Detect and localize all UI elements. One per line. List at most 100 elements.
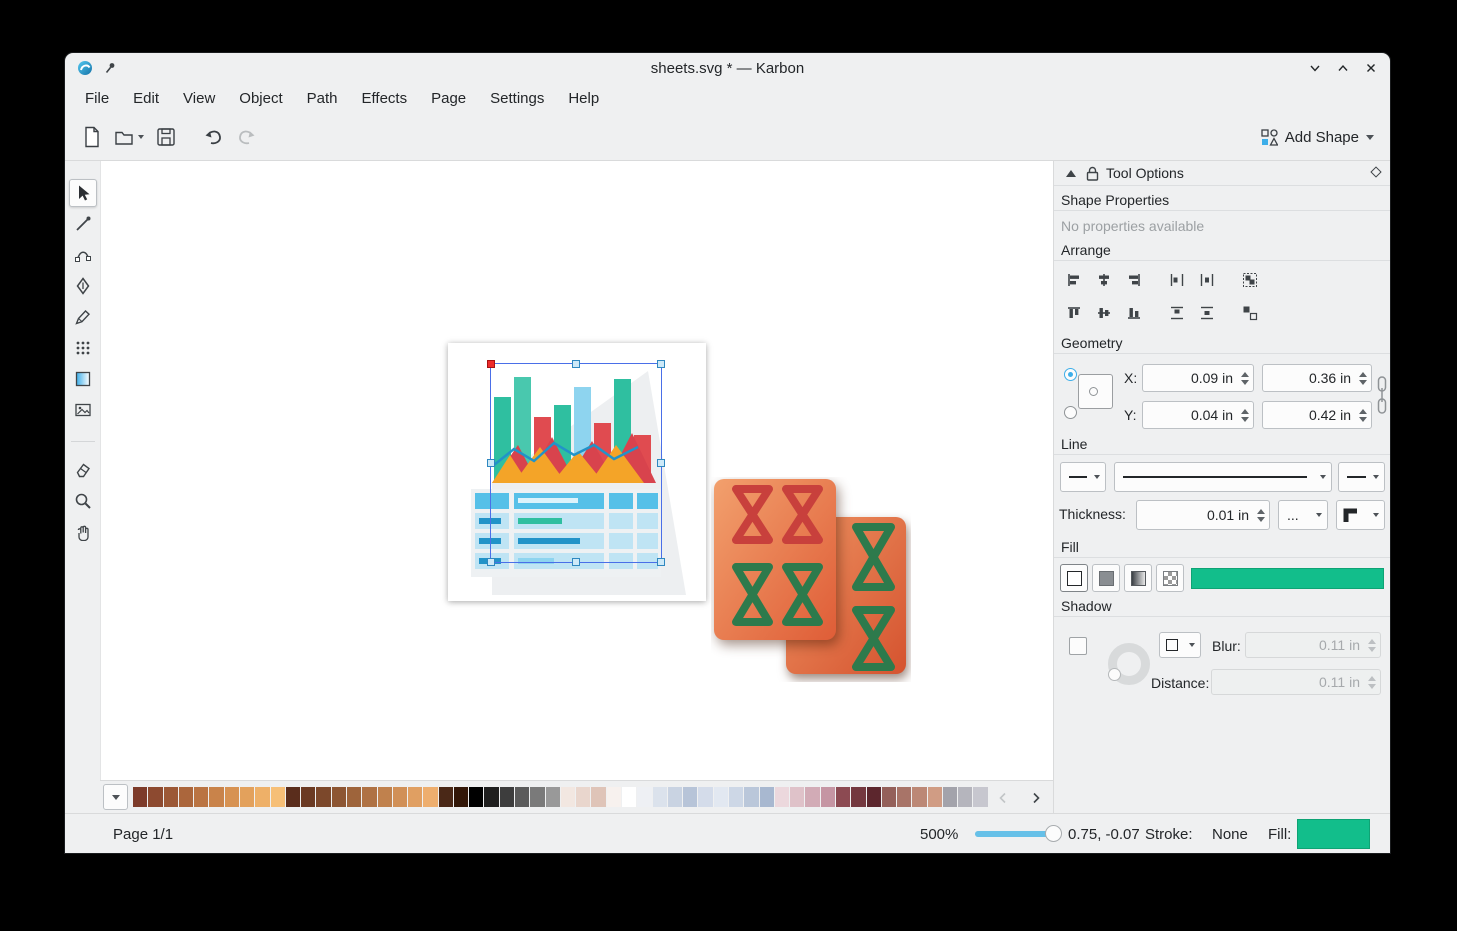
palette-swatch[interactable] [836,787,850,807]
path-edit-tool[interactable] [69,241,97,269]
shade-icon[interactable] [1308,61,1322,75]
fill-status-swatch[interactable] [1297,819,1370,849]
group-button[interactable] [1236,267,1263,293]
zoom-tool[interactable] [69,487,97,515]
open-document-button[interactable] [109,122,149,152]
palette-swatch[interactable] [179,787,193,807]
align-right-button[interactable] [1120,267,1147,293]
selection-handle-bottom-left[interactable] [487,558,495,566]
palette-swatch[interactable] [164,787,178,807]
align-vcenter-button[interactable] [1090,300,1117,326]
line-start-marker-combo[interactable] [1060,462,1106,492]
eraser-tool[interactable] [69,456,97,484]
palette-swatch[interactable] [194,787,208,807]
palette-swatch[interactable] [439,787,453,807]
shadow-checkbox[interactable] [1069,637,1087,655]
gradient-tool[interactable] [69,365,97,393]
palette-swatch[interactable] [591,787,605,807]
palette-swatch[interactable] [790,787,804,807]
undo-button[interactable] [199,122,229,152]
close-icon[interactable] [1364,61,1378,75]
palette-swatch[interactable] [133,787,147,807]
palette-swatch[interactable] [729,787,743,807]
fill-pattern-button[interactable] [1156,564,1184,592]
selection-handle-right[interactable] [657,459,665,467]
unshade-icon[interactable] [1336,61,1350,75]
cap-join-combo[interactable] [1336,500,1385,530]
palette-swatch[interactable] [928,787,942,807]
fill-none-button[interactable] [1060,564,1088,592]
menu-object[interactable]: Object [227,86,294,111]
palette-swatch[interactable] [821,787,835,807]
palette-swatch[interactable] [775,787,789,807]
palette-swatch[interactable] [408,787,422,807]
palette-swatch[interactable] [576,787,590,807]
palette-swatch[interactable] [255,787,269,807]
distribute-hcenter-button[interactable] [1193,267,1220,293]
zoom-slider-handle[interactable] [1045,825,1062,842]
palette-swatch[interactable] [546,787,560,807]
palette-swatch[interactable] [423,787,437,807]
menu-path[interactable]: Path [295,86,350,111]
pattern-tool[interactable] [69,334,97,362]
float-icon[interactable] [1370,166,1381,177]
pin-icon[interactable] [103,61,117,75]
palette-swatch[interactable] [240,787,254,807]
calligraphy-tool[interactable] [69,272,97,300]
palette-swatch[interactable] [362,787,376,807]
align-hcenter-button[interactable] [1090,267,1117,293]
palette-swatch[interactable] [332,787,346,807]
menu-settings[interactable]: Settings [478,86,556,111]
thickness-spin-arrows[interactable] [1253,501,1269,529]
palette-swatch[interactable] [958,787,972,807]
palette-swatch[interactable] [943,787,957,807]
align-top-button[interactable] [1060,300,1087,326]
collapse-icon[interactable] [1066,170,1076,177]
palette-swatch[interactable] [867,787,881,807]
redo-button[interactable] [231,122,261,152]
palette-swatch[interactable] [683,787,697,807]
selection-handle-top[interactable] [572,360,580,368]
selection-handle-left[interactable] [487,459,495,467]
palette-swatch[interactable] [607,787,621,807]
palette-scroll-left-button[interactable] [990,785,1016,810]
pencil-tool[interactable] [69,303,97,331]
fill-color-preview[interactable] [1191,568,1384,589]
anchor-top-left-radio[interactable] [1064,368,1077,381]
position-anchor-widget[interactable] [1064,364,1116,420]
shadow-angle-dial[interactable] [1108,643,1150,685]
height-spinbox[interactable]: 0.42 in [1262,401,1372,429]
y-spin-arrows[interactable] [1237,402,1253,428]
align-bottom-button[interactable] [1120,300,1147,326]
menu-page[interactable]: Page [419,86,478,111]
align-left-button[interactable] [1060,267,1087,293]
palette-swatch[interactable] [347,787,361,807]
selection-box[interactable] [490,363,662,563]
shadow-color-button[interactable] [1159,632,1201,658]
width-spinbox[interactable]: 0.36 in [1262,364,1372,392]
menu-help[interactable]: Help [556,86,611,111]
y-spinbox[interactable]: 0.04 in [1142,401,1254,429]
menu-file[interactable]: File [73,86,121,111]
sheets-image-object[interactable] [711,477,911,687]
selection-handle-bottom-right[interactable] [657,558,665,566]
new-document-button[interactable] [77,122,107,152]
image-tool[interactable] [69,396,97,424]
shadow-angle-knob[interactable] [1108,668,1121,681]
line-tool[interactable] [69,210,97,238]
distribute-vcenter-button[interactable] [1193,300,1220,326]
height-spin-arrows[interactable] [1355,402,1371,428]
menu-edit[interactable]: Edit [121,86,171,111]
palette-menu-button[interactable] [103,784,128,810]
palette-swatch[interactable] [286,787,300,807]
distribute-left-button[interactable] [1163,267,1190,293]
thickness-spinbox[interactable]: 0.01 in [1136,500,1270,530]
palette-swatch[interactable] [882,787,896,807]
miter-limit-combo[interactable]: ... [1278,500,1328,530]
palette-swatch[interactable] [209,787,223,807]
palette-swatch[interactable] [805,787,819,807]
select-tool[interactable] [69,179,97,207]
selection-handle-bottom[interactable] [572,558,580,566]
palette-swatch[interactable] [515,787,529,807]
line-end-marker-combo[interactable] [1338,462,1385,492]
